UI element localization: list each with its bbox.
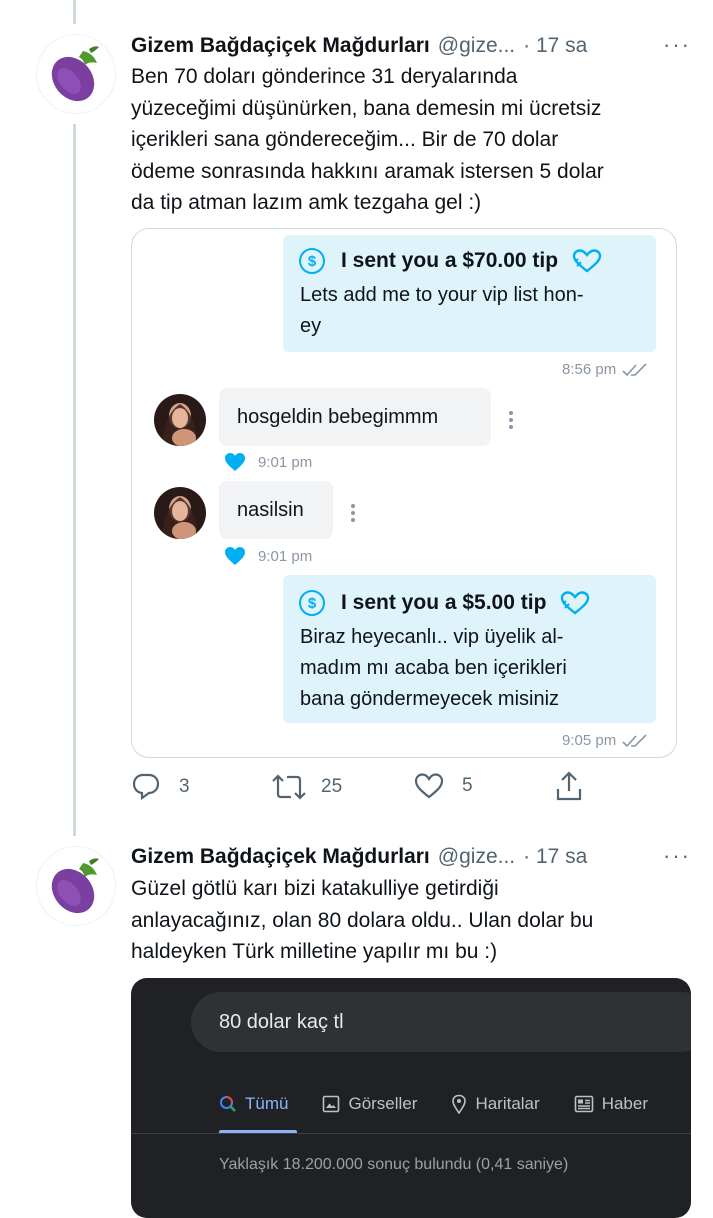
author-name[interactable]: Gizem Bağdaçiçek Mağdurları [131, 34, 430, 58]
like-button[interactable]: 5 [414, 772, 473, 800]
heart-outline-icon [572, 249, 602, 273]
divider [131, 1133, 691, 1134]
retweet-button[interactable]: 25 [271, 772, 342, 802]
tip-message-line: Biraz heyecanlı.. vip üyelik al- [300, 626, 564, 648]
message-time: 8:56 pm [562, 361, 650, 378]
incoming-message-bubble: nasilsin [219, 481, 333, 539]
tweet-text-line: ödeme sonrasında hakkını aramak istersen… [131, 159, 604, 183]
results-count: Yaklaşık 18.200.000 sonuç bulundu (0,41 … [219, 1156, 569, 1173]
tip-message-line: Lets add me to your vip list hon- [300, 284, 584, 306]
reply-count: 3 [179, 776, 190, 797]
search-input[interactable]: 80 dolar kaç tl [191, 992, 691, 1052]
map-pin-icon [452, 1094, 467, 1114]
tweet-text-line: haldeyken Türk milletine yapılır mı bu :… [131, 940, 498, 963]
incoming-message-meta: 9:01 pm [224, 452, 312, 472]
tab-news[interactable]: Haber [574, 1094, 648, 1114]
like-count: 5 [462, 775, 473, 796]
message-time-label: 9:01 pm [258, 453, 313, 471]
heart-outline-icon [561, 591, 590, 615]
share-icon [556, 771, 582, 801]
reply-button[interactable]: 3 [131, 772, 190, 802]
tab-images[interactable]: Görseller [322, 1094, 417, 1114]
incoming-message-bubble: hosgeldin bebegimmm [219, 388, 491, 446]
tip-title-row: $ I sent you a $5.00 tip [299, 590, 590, 616]
tip-message-line: bana göndermeyecek misiniz [300, 688, 560, 710]
search-icon [220, 1096, 236, 1112]
tweet-text-line: yüzeceğimi düşünürken, bana demesin mi ü… [131, 96, 602, 120]
tab-all[interactable]: Tümü [219, 1094, 288, 1114]
tweet-time[interactable]: · 17 sa [523, 845, 587, 869]
share-button[interactable] [555, 770, 583, 802]
double-check-icon [622, 733, 647, 747]
thread-line-top [73, 0, 76, 24]
message-time-label: 8:56 pm [562, 361, 617, 378]
message-options-icon[interactable] [351, 504, 355, 525]
heart-filled-icon[interactable] [224, 546, 246, 566]
tweet-actions: 3 25 5 [131, 770, 691, 804]
tweet-text-line: Güzel götlü karı bizi katakulliye getird… [131, 877, 499, 900]
tweet-time[interactable]: · 17 sa [523, 34, 587, 58]
tab-label: Tümü [245, 1094, 289, 1113]
search-tabs: Tümü Görseller Haritalar Haber [219, 1094, 682, 1114]
more-options-icon[interactable]: ··· [663, 32, 691, 58]
tweet-text-line: da tip atman lazım amk tezgaha gel :) [131, 191, 482, 214]
tab-label: Haber [601, 1094, 648, 1113]
tweet-text-line: Ben 70 doları gönderince 31 deryalarında [131, 65, 518, 88]
tweet-text: Güzel götlü karı bizi katakulliye getird… [131, 873, 691, 968]
tip-message-line: ey [300, 315, 322, 337]
tab-maps[interactable]: Haritalar [451, 1094, 540, 1114]
tweet-text-line: içerikleri sana göndereceğim... Bir de 7… [131, 128, 559, 151]
search-query: 80 dolar kaç tl [219, 1010, 344, 1033]
sender-avatar[interactable] [154, 487, 206, 539]
image-icon [323, 1095, 340, 1113]
tweet-text-line: anlayacağınız, olan 80 dolara oldu.. Ula… [131, 908, 594, 932]
tip-message-text: Lets add me to your vip list hon- ey [300, 280, 583, 342]
reply-icon [132, 773, 160, 801]
tip-title: I sent you a $70.00 tip [341, 249, 559, 272]
dollar-circle-icon: $ [299, 590, 325, 616]
author-name[interactable]: Gizem Bağdaçiçek Mağdurları [131, 845, 430, 869]
chat-screenshot-card[interactable]: $ I sent you a $70.00 tip Lets add me to… [131, 228, 677, 758]
news-icon [574, 1095, 593, 1113]
message-time-label: 9:01 pm [258, 547, 313, 565]
google-search-screenshot[interactable]: 80 dolar kaç tl Tümü Görseller Haritalar… [131, 978, 691, 1218]
dollar-circle-icon: $ [299, 248, 325, 274]
eggplant-avatar-icon[interactable] [36, 34, 116, 114]
tweet-header: Gizem Bağdaçiçek Mağdurları @gize... · 1… [131, 34, 587, 58]
retweet-icon [272, 774, 306, 800]
tweet-text: Ben 70 doları gönderince 31 deryalarında… [131, 61, 691, 219]
message-options-icon[interactable] [509, 411, 513, 432]
message-time-label: 9:05 pm [562, 732, 617, 749]
message-time: 9:05 pm [562, 732, 650, 749]
tip-title-row: $ I sent you a $70.00 tip [299, 248, 602, 274]
incoming-message-meta: 9:01 pm [224, 546, 312, 566]
tip-message-line: madım mı acaba ben içerikleri [300, 657, 567, 679]
heart-filled-icon[interactable] [224, 452, 246, 472]
author-handle[interactable]: @gize... [438, 34, 515, 58]
heart-icon [414, 773, 444, 799]
tip-message-text: Biraz heyecanlı.. vip üyelik al- madım m… [300, 622, 567, 715]
eggplant-avatar-icon[interactable] [36, 846, 116, 926]
tip-title: I sent you a $5.00 tip [341, 591, 547, 614]
incoming-message-text: nasilsin [237, 498, 304, 521]
tab-label: Haritalar [475, 1094, 540, 1113]
retweet-count: 25 [321, 776, 343, 797]
thread-line [73, 124, 76, 836]
incoming-message-text: hosgeldin bebegimmm [237, 405, 439, 428]
author-handle[interactable]: @gize... [438, 845, 515, 869]
sender-avatar[interactable] [154, 394, 206, 446]
tab-label: Görseller [348, 1094, 418, 1113]
tweet-header: Gizem Bağdaçiçek Mağdurları @gize... · 1… [131, 845, 587, 869]
more-options-icon[interactable]: ··· [663, 843, 691, 869]
double-check-icon [622, 362, 647, 376]
